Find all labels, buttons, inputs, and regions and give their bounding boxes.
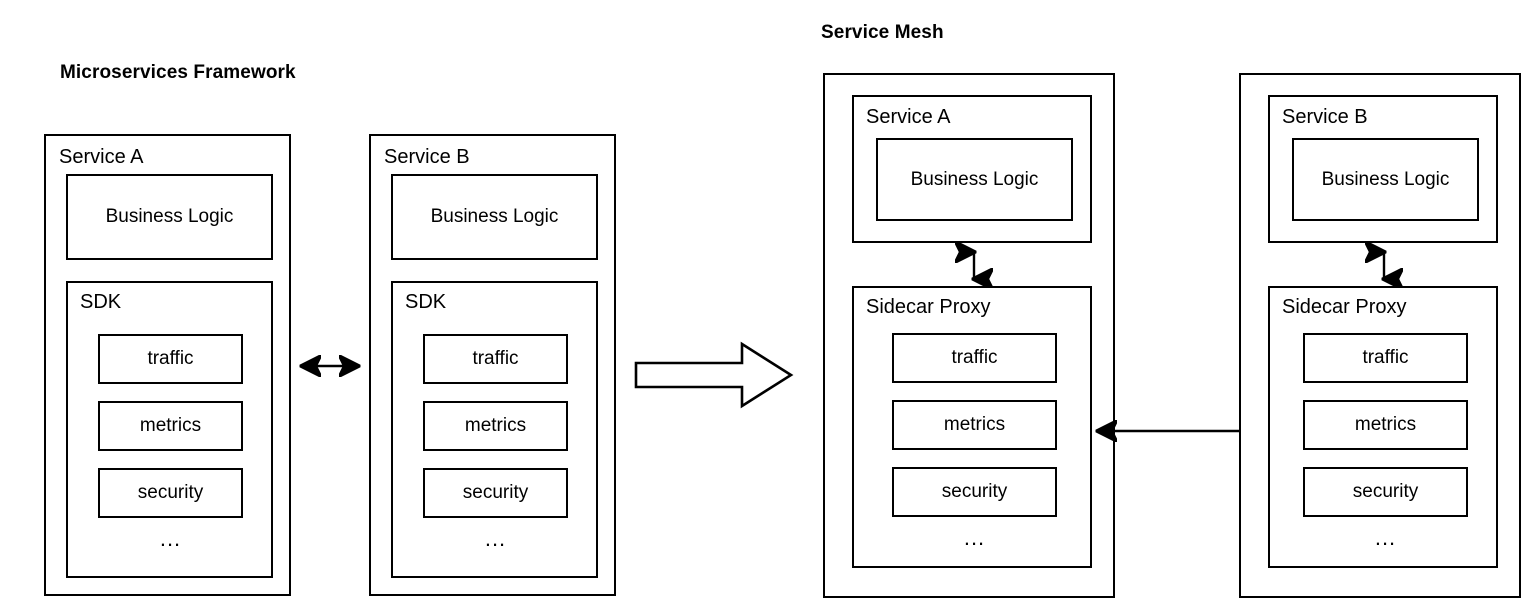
- mesh-pod-b-proxy-item-traffic: traffic: [1303, 333, 1468, 383]
- left-service-a-sdk-ellipsis: ...: [159, 526, 182, 551]
- left-service-b-business-logic-label: Business Logic: [430, 206, 559, 227]
- left-service-a-business-logic-label: Business Logic: [105, 206, 234, 227]
- left-service-b-sdk-item-traffic-label: traffic: [472, 348, 519, 369]
- mesh-pod-b-internal-connector-arrow: [1371, 243, 1397, 288]
- left-service-b-sdk-item-security: security: [423, 468, 568, 518]
- mesh-pod-a-proxy-item-metrics-label: metrics: [943, 414, 1006, 435]
- left-service-b-box: Service B Business Logic SDK traffic met…: [369, 134, 616, 596]
- mesh-pod-a-service-label: Service A: [866, 106, 951, 128]
- left-service-b-sdk-item-metrics-label: metrics: [464, 415, 527, 436]
- left-service-b-label: Service B: [384, 146, 470, 168]
- mesh-pod-b-sidecar-proxy-label: Sidecar Proxy: [1282, 296, 1407, 318]
- left-service-b-sdk-label: SDK: [405, 291, 447, 313]
- left-service-a-sdk-item-security: security: [98, 468, 243, 518]
- mesh-pod-a-internal-connector-arrow: [961, 243, 987, 288]
- mesh-pod-b-service-box: Service B Business Logic: [1268, 95, 1498, 243]
- left-service-b-sdk-item-traffic: traffic: [423, 334, 568, 384]
- left-service-b-business-logic-box: Business Logic: [391, 174, 598, 260]
- mesh-pod-b-business-logic-box: Business Logic: [1292, 138, 1479, 221]
- mesh-pod-b-proxy-ellipsis: ...: [1374, 525, 1397, 550]
- left-service-a-sdk-item-metrics: metrics: [98, 401, 243, 451]
- left-service-a-business-logic-box: Business Logic: [66, 174, 273, 260]
- mesh-pod-a-proxy-item-security: security: [892, 467, 1057, 517]
- mesh-pod-a-proxy-item-traffic-label: traffic: [951, 347, 998, 368]
- left-service-a-box: Service A Business Logic SDK traffic met…: [44, 134, 291, 596]
- mesh-pod-b-sidecar-proxy-box: Sidecar Proxy traffic metrics security .…: [1268, 286, 1498, 568]
- mesh-pod-a-proxy-item-traffic: traffic: [892, 333, 1057, 383]
- left-service-a-sdk-item-traffic: traffic: [98, 334, 243, 384]
- right-panel-title: Service Mesh: [821, 22, 944, 43]
- diagram-canvas: Microservices Framework Service A Busine…: [0, 0, 1539, 614]
- mesh-pod-b-box: Service B Business Logic Sidecar Proxy t…: [1239, 73, 1521, 598]
- mesh-pod-b-proxy-item-metrics-label: metrics: [1354, 414, 1417, 435]
- left-service-b-sdk-item-security-label: security: [462, 482, 529, 503]
- left-panel-title: Microservices Framework: [60, 62, 296, 83]
- mesh-pod-a-sidecar-proxy-box: Sidecar Proxy traffic metrics security .…: [852, 286, 1092, 568]
- mesh-pod-b-service-label: Service B: [1282, 106, 1368, 128]
- mesh-pod-a-proxy-item-metrics: metrics: [892, 400, 1057, 450]
- left-service-b-sdk-item-metrics: metrics: [423, 401, 568, 451]
- left-service-a-sdk-label: SDK: [80, 291, 122, 313]
- mesh-pod-b-business-logic-label: Business Logic: [1321, 168, 1450, 190]
- left-service-a-sdk-item-traffic-label: traffic: [147, 348, 194, 369]
- mesh-pod-b-proxy-item-security-label: security: [1352, 481, 1419, 502]
- mesh-pod-a-business-logic-box: Business Logic: [876, 138, 1073, 221]
- mesh-pod-a-box: Service A Business Logic Sidecar Proxy t…: [823, 73, 1115, 598]
- left-panel-service-connector-arrow: [288, 350, 372, 382]
- left-service-b-sdk-ellipsis: ...: [484, 526, 507, 551]
- left-service-a-sdk-item-metrics-label: metrics: [139, 415, 202, 436]
- mesh-pod-b-proxy-item-security: security: [1303, 467, 1468, 517]
- mesh-pod-a-service-box: Service A Business Logic: [852, 95, 1092, 243]
- mesh-pod-a-sidecar-proxy-label: Sidecar Proxy: [866, 296, 991, 318]
- mesh-pod-b-proxy-item-metrics: metrics: [1303, 400, 1468, 450]
- mesh-pod-a-proxy-ellipsis: ...: [963, 525, 986, 550]
- transition-block-arrow: [634, 341, 794, 409]
- mesh-pod-a-proxy-item-security-label: security: [941, 481, 1008, 502]
- left-service-a-label: Service A: [59, 146, 144, 168]
- left-service-a-sdk-box: SDK traffic metrics security ...: [66, 281, 273, 578]
- left-service-b-sdk-box: SDK traffic metrics security ...: [391, 281, 598, 578]
- mesh-pod-a-business-logic-label: Business Logic: [910, 168, 1039, 190]
- left-service-a-sdk-item-security-label: security: [137, 482, 204, 503]
- mesh-pod-b-proxy-item-traffic-label: traffic: [1362, 347, 1409, 368]
